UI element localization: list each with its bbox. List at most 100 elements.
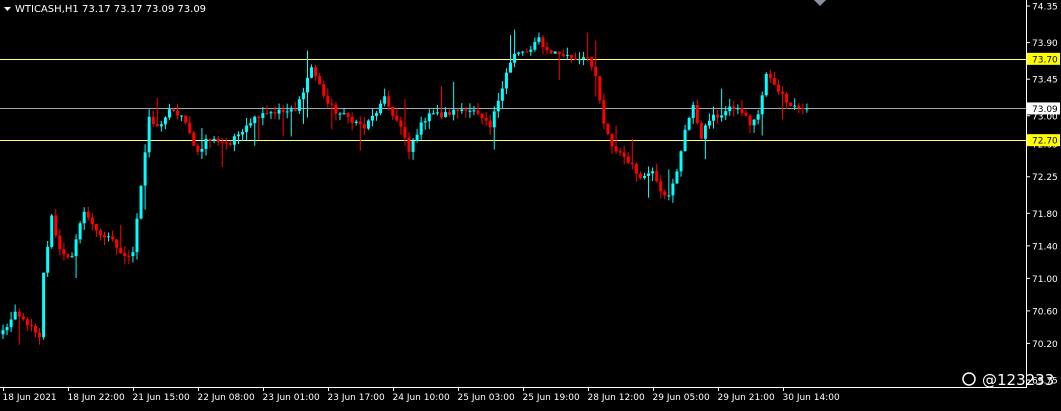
chart-header: WTICASH,H1 73.17 73.17 73.09 73.09 <box>4 4 206 15</box>
candle-body <box>167 109 171 118</box>
candle-body <box>98 230 102 236</box>
candle-body <box>50 215 54 247</box>
y-tick-label: 74.35 <box>1032 3 1058 13</box>
candle-body <box>232 136 236 145</box>
candle-body <box>569 54 573 59</box>
candle-body <box>86 211 90 218</box>
price-chart[interactable]: 74.3573.9073.4573.0072.6572.2571.8071.40… <box>0 0 1061 407</box>
candle-body <box>720 115 724 118</box>
candle-body <box>346 113 350 118</box>
ohlc-values: 73.17 73.17 73.09 73.09 <box>82 4 206 15</box>
candle-body <box>5 327 9 331</box>
candle <box>699 120 703 140</box>
candle-body <box>488 120 492 128</box>
candle-body <box>9 319 13 328</box>
candle-body <box>622 152 626 157</box>
candle-body <box>651 171 655 174</box>
candle-body <box>456 109 460 111</box>
candle-body <box>675 171 679 184</box>
candle-body <box>111 236 115 240</box>
candle-body <box>208 138 212 141</box>
candle-body <box>549 50 553 54</box>
candle-body <box>127 255 131 257</box>
candle-body <box>460 109 464 111</box>
candle-body <box>38 332 42 338</box>
candle-body <box>362 124 366 129</box>
candle-body <box>736 108 740 110</box>
candle-body <box>70 256 74 258</box>
chart-canvas[interactable]: 74.3573.9073.4573.0072.6572.2571.8071.40… <box>0 0 1061 407</box>
candle-body <box>269 112 273 114</box>
candle-body <box>712 114 715 121</box>
candle-body <box>94 224 98 231</box>
candle-body <box>504 72 508 89</box>
candle-body <box>647 173 651 177</box>
candle-body <box>602 100 606 124</box>
candle-body <box>147 116 151 153</box>
candle-body <box>228 143 232 145</box>
candle-body <box>655 171 659 182</box>
candle-body <box>545 47 549 51</box>
current-price-badge-label: 73.09 <box>1032 105 1058 115</box>
candle-body <box>789 102 793 106</box>
candle-body <box>107 236 111 238</box>
candle-body <box>379 103 383 114</box>
x-tick-label: 22 Jun 08:00 <box>198 393 255 403</box>
candle-body <box>464 109 468 111</box>
candle-body <box>375 113 379 116</box>
x-tick-label: 30 Jun 14:00 <box>783 393 840 403</box>
candle-body <box>630 162 634 165</box>
candle-body <box>444 112 448 117</box>
candle-body <box>529 49 533 52</box>
candle-body <box>241 132 245 135</box>
candle-body <box>330 103 334 105</box>
candle-body <box>699 123 703 139</box>
candle-body <box>395 115 399 121</box>
candle-body <box>618 151 622 153</box>
candle-body <box>541 37 545 48</box>
candle-body <box>192 132 196 146</box>
candle-body <box>159 124 163 127</box>
candle-body <box>103 235 106 238</box>
candle-body <box>318 76 322 85</box>
candle-body <box>590 57 594 67</box>
candle-body <box>707 120 711 126</box>
candle-body <box>29 325 33 327</box>
candle-body <box>472 110 476 112</box>
candle-body <box>642 176 646 178</box>
candle-body <box>439 112 443 117</box>
level-badge-label: 72.70 <box>1032 137 1058 147</box>
candle-body <box>801 107 805 109</box>
candle <box>42 272 46 340</box>
candle-body <box>683 129 687 152</box>
candle-body <box>285 111 289 113</box>
candle-body <box>403 126 407 138</box>
candle-body <box>184 115 188 123</box>
candle-body <box>525 51 529 53</box>
candle-body <box>679 151 683 172</box>
candle-body <box>220 141 224 143</box>
candle-body <box>139 185 143 219</box>
candle-body <box>500 88 504 101</box>
candle <box>606 123 610 136</box>
level-badge: 73.70 <box>1027 52 1060 65</box>
candle-body <box>614 146 618 152</box>
candle-body <box>334 104 338 114</box>
candle-body <box>399 120 403 127</box>
candle-body <box>781 91 785 94</box>
candle-body <box>387 96 391 107</box>
candle-body <box>123 253 127 256</box>
candle-body <box>90 217 94 225</box>
candle-body <box>509 62 512 73</box>
candle-body <box>752 119 756 126</box>
candle-body <box>163 117 167 125</box>
candle-body <box>565 54 569 56</box>
candle <box>366 119 370 131</box>
candle-body <box>1 330 5 335</box>
candle-body <box>245 125 249 133</box>
candle-body <box>273 112 277 114</box>
candle-body <box>427 113 431 122</box>
candle-body <box>431 113 435 115</box>
x-tick-label: 23 Jun 01:00 <box>263 393 320 403</box>
candle-body <box>277 109 281 114</box>
